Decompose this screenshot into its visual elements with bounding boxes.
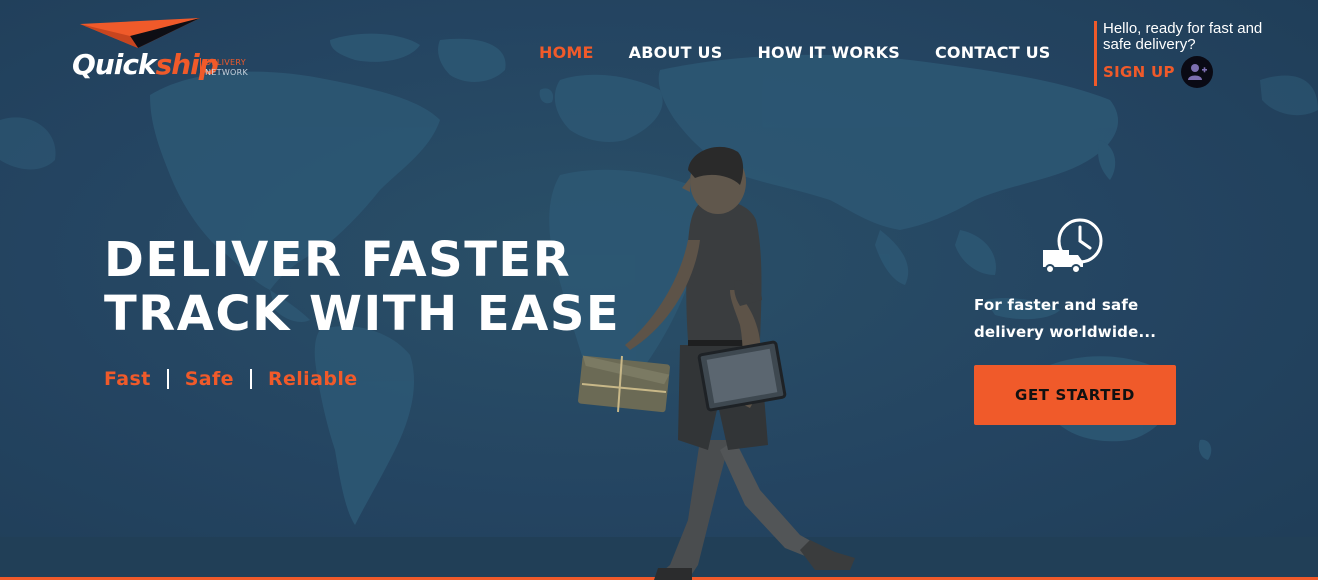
delivery-truck-clock-icon: [1043, 218, 1103, 274]
signup-link[interactable]: SIGN UP: [1103, 63, 1175, 81]
brand-tagline: DELIVERY NETWORK: [200, 58, 248, 78]
cta-description: For faster and safe delivery worldwide..…: [974, 296, 1157, 341]
feature-fast: Fast: [104, 368, 151, 390]
paper-plane-logo-icon: [80, 18, 200, 48]
headline-line-2: TRACK WITH EASE: [104, 286, 621, 342]
account-panel: Hello, ready for fast and safe delivery?…: [1094, 20, 1263, 88]
nav-contact-us[interactable]: CONTACT US: [935, 43, 1051, 62]
brand-tagline-delivery: DELIVERY: [205, 58, 246, 67]
nav-home[interactable]: HOME: [539, 43, 594, 62]
nav-about-us[interactable]: ABOUT US: [629, 43, 723, 62]
feature-reliable: Reliable: [267, 368, 358, 390]
nav-how-it-works[interactable]: HOW IT WORKS: [757, 43, 900, 62]
feature-safe: Safe: [184, 368, 234, 390]
delivery-person-illustration: [578, 146, 855, 580]
feature-list: Fast Safe Reliable: [104, 368, 358, 390]
greeting-text: Hello, ready for fast and safe delivery?: [1103, 20, 1263, 53]
brand-wordmark: Quickship: [72, 48, 219, 81]
signup-row[interactable]: SIGN UP: [1103, 56, 1263, 88]
main-nav: HOME ABOUT US HOW IT WORKS CONTACT US: [539, 43, 1086, 62]
brand-name-quick: Quick: [72, 48, 157, 81]
get-started-button[interactable]: GET STARTED: [974, 365, 1176, 425]
headline-line-1: DELIVER FASTER: [104, 232, 572, 288]
feature-divider: [166, 369, 169, 389]
brand-logo[interactable]: Quickship DELIVERY NETWORK: [72, 18, 257, 88]
hero-headline: DELIVER FASTER TRACK WITH EASE: [104, 233, 620, 341]
brand-tagline-network: NETWORK: [205, 68, 249, 77]
feature-divider: [249, 369, 252, 389]
user-plus-icon[interactable]: [1180, 56, 1213, 88]
hero-section: Quickship DELIVERY NETWORK HOME ABOUT US…: [0, 0, 1318, 580]
